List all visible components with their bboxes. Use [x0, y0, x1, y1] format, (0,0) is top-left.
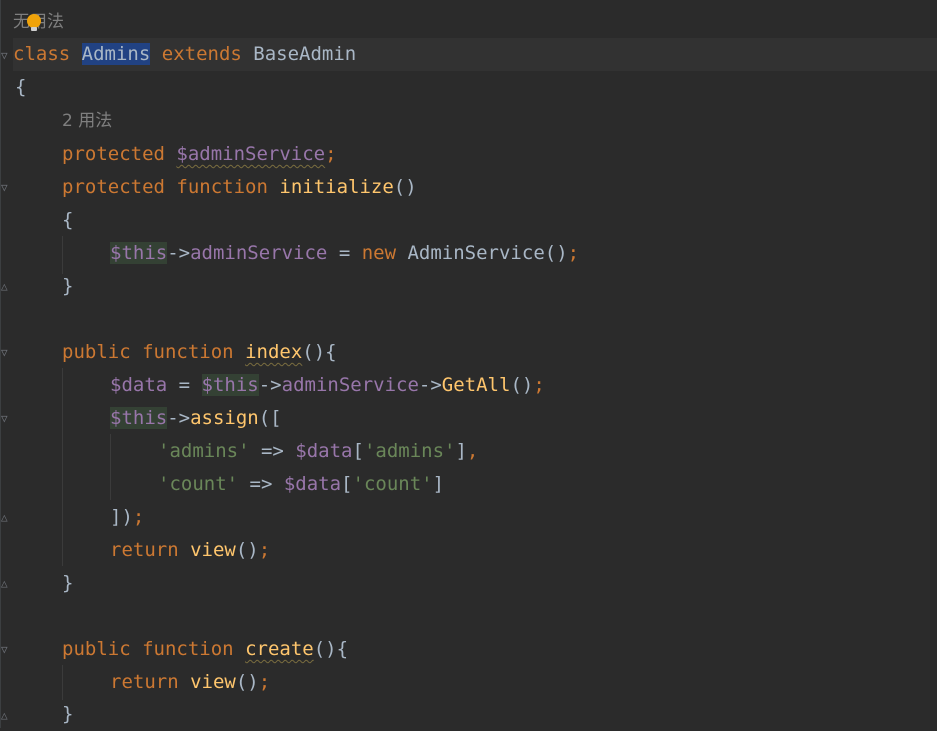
code-line-method-index[interactable]: public function index(){	[62, 336, 337, 369]
fold-marker-icon[interactable]: ▽	[1, 182, 13, 194]
fold-marker-icon[interactable]: ▽	[1, 413, 13, 425]
code-line[interactable]: {	[62, 204, 73, 237]
code-line-return[interactable]: return view();	[110, 666, 270, 699]
code-line-assignment[interactable]: $data = $this->adminService->GetAll();	[110, 369, 545, 402]
indent-guide	[62, 665, 63, 700]
code-line[interactable]: ]);	[110, 501, 144, 534]
code-line[interactable]: }	[62, 698, 73, 731]
indent-guide	[62, 368, 63, 566]
lightbulb-icon[interactable]	[27, 14, 41, 32]
code-line-property[interactable]: protected $adminService;	[62, 138, 337, 171]
fold-marker-icon[interactable]: ▽	[1, 50, 13, 62]
code-line-method-create[interactable]: public function create(){	[62, 633, 348, 666]
fold-marker-icon[interactable]: ▽	[1, 347, 13, 359]
class-name[interactable]: Admins	[81, 43, 151, 65]
code-line-class-declaration[interactable]: class Admins extends BaseAdmin	[13, 38, 937, 71]
fold-marker-icon[interactable]: △	[1, 512, 13, 524]
gutter-border	[0, 0, 1, 728]
indent-guide	[110, 434, 111, 500]
code-line[interactable]: {	[15, 71, 26, 104]
code-line-assignment[interactable]: $this->adminService = new AdminService()…	[110, 237, 579, 270]
code-line-method-initialize[interactable]: protected function initialize()	[62, 171, 417, 204]
code-line[interactable]: }	[62, 270, 73, 303]
usage-hint[interactable]: 2 用法	[62, 105, 112, 138]
code-line-array-entry[interactable]: 'admins' => $data['admins'],	[158, 435, 478, 468]
fold-marker-icon[interactable]: ▽	[1, 644, 13, 656]
fold-marker-icon[interactable]: △	[1, 281, 13, 293]
code-line[interactable]: }	[62, 567, 73, 600]
fold-marker-icon[interactable]: △	[1, 578, 13, 590]
fold-marker-icon[interactable]: △	[1, 710, 13, 722]
indent-guide	[62, 236, 63, 274]
code-line-array-entry[interactable]: 'count' => $data['count']	[158, 468, 444, 501]
code-line-assign-call[interactable]: $this->assign([	[110, 402, 282, 435]
code-line-return[interactable]: return view();	[110, 534, 270, 567]
